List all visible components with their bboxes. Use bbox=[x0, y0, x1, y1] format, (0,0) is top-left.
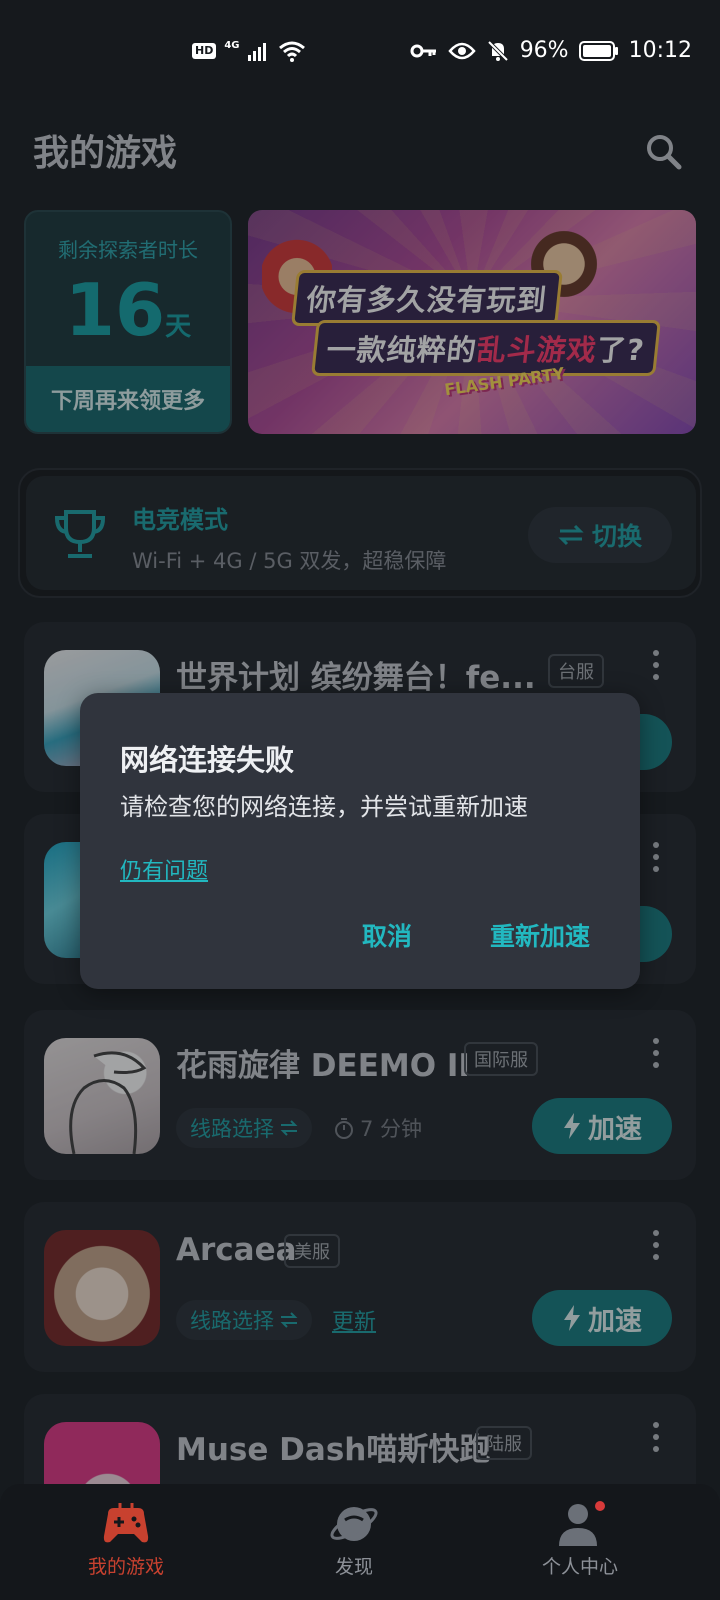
swap-icon bbox=[280, 1120, 298, 1136]
gamepad-icon bbox=[103, 1503, 149, 1543]
server-badge: 台服 bbox=[548, 654, 604, 688]
explorer-footer-button[interactable]: 下周再来领更多 bbox=[26, 366, 230, 432]
server-badge: 美服 bbox=[284, 1234, 340, 1268]
esports-subtitle: Wi-Fi + 4G / 5G 双发，超稳保障 bbox=[132, 549, 447, 573]
page-title: 我的游戏 bbox=[33, 133, 178, 174]
bottom-nav: 我的游戏 发现 个人中心 bbox=[0, 1484, 720, 1600]
deemo-character-icon bbox=[69, 1051, 147, 1154]
tab-discover[interactable]: 发现 bbox=[274, 1500, 434, 1590]
dialog-title: 网络连接失败 bbox=[120, 743, 295, 777]
lightning-icon bbox=[564, 1113, 580, 1139]
explorer-days-unit: 天 bbox=[165, 312, 192, 342]
more-icon[interactable] bbox=[650, 1228, 662, 1262]
tab-profile[interactable]: 个人中心 bbox=[500, 1500, 660, 1590]
route-select-chip[interactable]: 线路选择 bbox=[176, 1300, 312, 1340]
route-select-chip[interactable]: 线路选择 bbox=[176, 1108, 312, 1148]
still-problem-link[interactable]: 仍有问题 bbox=[120, 853, 208, 885]
play-time: 7 分钟 bbox=[334, 1108, 422, 1148]
esports-switch-button[interactable]: 切换 bbox=[528, 507, 672, 563]
server-badge: 国际服 bbox=[464, 1042, 538, 1076]
swap-icon bbox=[280, 1312, 298, 1328]
update-link[interactable]: 更新 bbox=[332, 1300, 376, 1340]
tab-label: 我的游戏 bbox=[87, 1556, 164, 1578]
banner-headline-2-post: 了? bbox=[595, 333, 647, 367]
switch-arrows-icon bbox=[558, 524, 584, 546]
banner-headline-1: 你有多久没有玩到 bbox=[291, 270, 563, 326]
more-icon[interactable] bbox=[650, 1420, 662, 1454]
planet-icon bbox=[330, 1507, 378, 1541]
notification-dot bbox=[595, 1501, 605, 1511]
search-icon[interactable] bbox=[644, 132, 684, 172]
explorer-days-number: 16 bbox=[64, 268, 166, 352]
game-card[interactable]: Arcaea 美服 线路选择 更新 加速 bbox=[24, 1202, 696, 1372]
cancel-button[interactable]: 取消 bbox=[362, 917, 412, 953]
banner-headline-2: 一款纯粹的乱斗游戏了? bbox=[311, 320, 661, 376]
esports-title: 电竞模式 bbox=[132, 506, 228, 534]
server-badge: 陆服 bbox=[476, 1426, 532, 1460]
tab-my-games[interactable]: 我的游戏 bbox=[46, 1500, 206, 1590]
explorer-days: 16天 bbox=[26, 268, 230, 352]
banner-headline-2-highlight: 乱斗游戏 bbox=[475, 333, 599, 367]
game-icon bbox=[44, 1038, 160, 1154]
boost-label: 加速 bbox=[588, 1305, 642, 1337]
tab-label: 发现 bbox=[334, 1556, 373, 1578]
game-card[interactable]: 花雨旋律 DEEMO II 国际服 线路选择 7 分钟 加速 bbox=[24, 1010, 696, 1180]
more-icon[interactable] bbox=[650, 1036, 662, 1070]
boost-label: 加速 bbox=[588, 1113, 642, 1145]
explorer-time-card[interactable]: 剩余探索者时长 16天 下周再来领更多 bbox=[24, 210, 232, 434]
timer-icon bbox=[335, 1118, 353, 1139]
network-error-dialog: 网络连接失败 请检查您的网络连接，并尝试重新加速 仍有问题 取消 重新加速 bbox=[80, 693, 640, 989]
boost-button[interactable]: 加速 bbox=[532, 1098, 672, 1154]
play-time-text: 7 分钟 bbox=[360, 1117, 423, 1141]
game-name: 花雨旋律 DEEMO II bbox=[176, 1048, 470, 1084]
dialog-message: 请检查您的网络连接，并尝试重新加速 bbox=[120, 793, 528, 821]
explorer-label: 剩余探索者时长 bbox=[58, 238, 198, 262]
lightning-icon bbox=[564, 1305, 580, 1331]
route-select-label: 线路选择 bbox=[190, 1117, 274, 1141]
game-icon bbox=[44, 1230, 160, 1346]
retry-boost-button[interactable]: 重新加速 bbox=[490, 917, 590, 953]
tab-label: 个人中心 bbox=[541, 1556, 618, 1578]
switch-label: 切换 bbox=[591, 522, 642, 551]
route-select-label: 线路选择 bbox=[190, 1309, 274, 1333]
game-name: Muse Dash喵斯快跑 bbox=[176, 1432, 491, 1468]
game-name: 世界计划 缤纷舞台！fe... bbox=[176, 660, 536, 696]
boost-button[interactable]: 加速 bbox=[532, 1290, 672, 1346]
promo-banner[interactable]: 你有多久没有玩到 一款纯粹的乱斗游戏了? FLASH PARTY bbox=[248, 210, 696, 434]
game-name: Arcaea bbox=[176, 1232, 297, 1268]
banner-headline-2-pre: 一款纯粹的 bbox=[325, 333, 479, 367]
more-icon[interactable] bbox=[650, 840, 662, 874]
more-icon[interactable] bbox=[650, 648, 662, 682]
user-icon bbox=[559, 1501, 605, 1546]
trophy-icon bbox=[54, 510, 106, 558]
